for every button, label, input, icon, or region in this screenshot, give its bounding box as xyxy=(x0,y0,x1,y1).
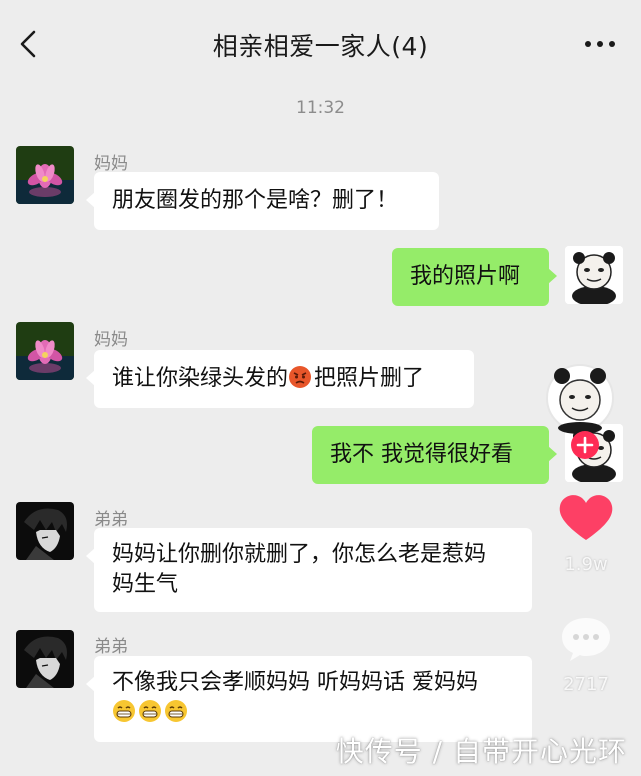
message-text: 把照片删了 xyxy=(314,366,425,391)
panda-meme-avatar-icon xyxy=(565,246,623,304)
message-bubble-incoming[interactable]: 朋友圈发的那个是啥？删了！ xyxy=(86,172,439,230)
message-text: 谁让你染绿头发的 xyxy=(112,366,289,391)
sender-name: 妈妈 xyxy=(94,330,128,350)
chat-title: 相亲相爱一家人(4) xyxy=(212,32,429,61)
message-text: 朋友圈发的那个是啥？删了！ xyxy=(112,188,399,213)
follow-button[interactable] xyxy=(570,430,600,460)
plus-icon xyxy=(571,431,599,459)
avatar-mom[interactable] xyxy=(16,146,74,204)
chat-screen: 相亲相爱一家人(4) 11:32 妈妈 朋友圈发的那个是啥？删了！ 我的照片啊 … xyxy=(0,0,641,776)
chat-header: 相亲相爱一家人(4) xyxy=(0,0,641,90)
angry-face-icon xyxy=(289,366,312,388)
avatar-self[interactable] xyxy=(565,246,623,304)
lotus-avatar-icon xyxy=(16,146,74,204)
sender-name: 妈妈 xyxy=(94,154,128,174)
message-text-line: 妈生气 xyxy=(112,572,179,597)
message-bubble-outgoing[interactable]: 我的照片啊 xyxy=(392,248,557,306)
grin-face-icon xyxy=(113,700,135,722)
comment-button[interactable] xyxy=(558,614,614,664)
more-button[interactable] xyxy=(583,30,617,58)
message-text: 我不 我觉得很好看 xyxy=(330,442,513,467)
heart-icon xyxy=(559,495,613,540)
message-timestamp: 11:32 xyxy=(296,98,345,118)
lotus-avatar-icon xyxy=(16,322,74,380)
message-bubble-incoming[interactable]: 妈妈让你删你就删了，你怎么老是惹妈 妈生气 xyxy=(86,528,532,612)
grin-face-icon xyxy=(139,700,161,722)
message-text: 我的照片啊 xyxy=(410,264,521,289)
comment-bubble-icon xyxy=(562,618,610,661)
sender-name: 弟弟 xyxy=(94,637,128,657)
message-bubble-incoming[interactable]: 谁让你染绿头发的 把照片删了 xyxy=(86,350,474,408)
message-text-line: 妈妈让你删你就删了，你怎么老是惹妈 xyxy=(112,542,487,567)
like-button[interactable] xyxy=(556,490,616,544)
message-text-line: 不像我只会孝顺妈妈 听妈妈话 爱妈妈 xyxy=(112,670,478,695)
watermark-text: 快传号 / 自带开心光环 xyxy=(335,735,627,768)
message-bubble-outgoing[interactable]: 我不 我觉得很好看 xyxy=(312,426,557,484)
anime-boy-avatar-icon xyxy=(16,630,74,688)
anime-boy-avatar-icon xyxy=(16,502,74,560)
avatar-brother[interactable] xyxy=(16,630,74,688)
avatar-brother[interactable] xyxy=(16,502,74,560)
sender-name: 弟弟 xyxy=(94,510,128,530)
more-dots-icon xyxy=(585,41,615,47)
emoji-row xyxy=(112,698,514,728)
like-count: 1.9w xyxy=(564,554,608,575)
grin-face-icon xyxy=(165,700,187,722)
comment-count: 2717 xyxy=(563,674,609,695)
avatar-mom[interactable] xyxy=(16,322,74,380)
